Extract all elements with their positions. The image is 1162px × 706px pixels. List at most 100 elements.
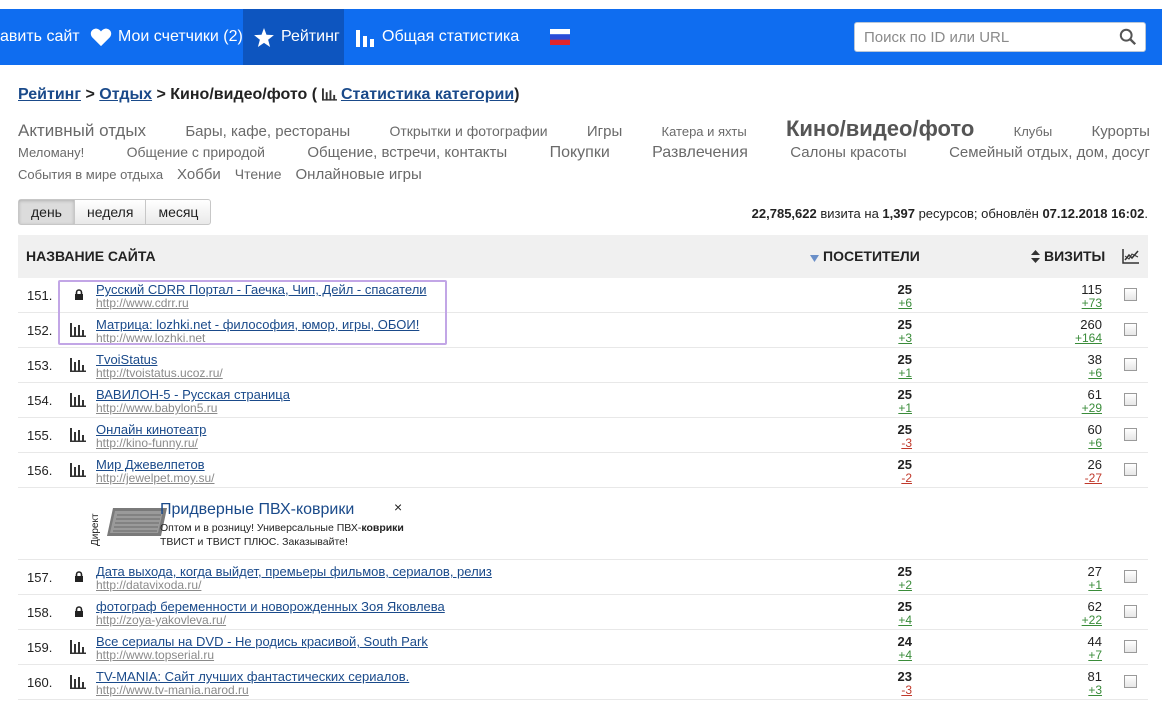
visitors-delta[interactable]: -3	[901, 683, 912, 697]
site-url-link[interactable]: http://www.lozhki.net	[96, 331, 205, 345]
category-link[interactable]: Курорты	[1091, 123, 1149, 140]
compare-checkbox[interactable]	[1124, 463, 1137, 476]
visits-delta[interactable]: -27	[1085, 471, 1102, 485]
search-input[interactable]	[855, 23, 1105, 51]
visitors-delta[interactable]: +3	[898, 331, 912, 345]
site-url-link[interactable]: http://www.tv-mania.narod.ru	[96, 683, 249, 697]
site-url-link[interactable]: http://jewelpet.moy.su/	[96, 471, 215, 485]
category-link[interactable]: Семейный отдых, дом, досуг	[949, 144, 1150, 161]
site-title-link[interactable]: Все сериалы на DVD - Не родись красивой,…	[96, 634, 428, 649]
category-link[interactable]: Меломану!	[18, 145, 84, 160]
nav-rating[interactable]: Рейтинг	[243, 9, 344, 65]
compare-chart-icon[interactable]	[1122, 248, 1140, 267]
category-link[interactable]: События в мире отдыха	[18, 167, 163, 182]
compare-checkbox[interactable]	[1124, 288, 1137, 301]
visits-delta[interactable]: +73	[1082, 296, 1102, 310]
site-url-link[interactable]: http://www.cdrr.ru	[96, 296, 189, 310]
bar-chart-icon[interactable]	[70, 674, 88, 690]
compare-checkbox[interactable]	[1124, 640, 1137, 653]
visitors-delta[interactable]: +1	[898, 401, 912, 415]
column-site-name[interactable]: НАЗВАНИЕ САЙТА	[26, 235, 156, 278]
compare-checkbox[interactable]	[1124, 570, 1137, 583]
compare-checkbox[interactable]	[1124, 605, 1137, 618]
lock-icon[interactable]	[70, 287, 88, 303]
period-day-button[interactable]: день	[19, 200, 75, 224]
period-week-button[interactable]: неделя	[75, 200, 147, 224]
category-link[interactable]: Открытки и фотографии	[389, 123, 547, 139]
visitors-delta[interactable]: +2	[898, 578, 912, 592]
site-title-link[interactable]: ВАВИЛОН-5 - Русская страница	[96, 387, 290, 402]
compare-checkbox[interactable]	[1124, 675, 1137, 688]
category-link[interactable]: Хобби	[177, 166, 221, 183]
bar-chart-icon[interactable]	[70, 462, 88, 478]
bar-chart-icon[interactable]	[70, 322, 88, 338]
compare-checkbox[interactable]	[1124, 358, 1137, 371]
site-url-link[interactable]: http://datavixoda.ru/	[96, 578, 201, 592]
site-title-link[interactable]: TV-MANIA: Сайт лучших фантастических сер…	[96, 669, 409, 684]
category-link[interactable]: Салоны красоты	[790, 144, 906, 161]
visits-delta[interactable]: +7	[1088, 648, 1102, 662]
visitors-delta[interactable]: -3	[901, 436, 912, 450]
visits-delta[interactable]: +6	[1088, 366, 1102, 380]
category-link[interactable]: Игры	[587, 123, 622, 140]
category-link[interactable]: Покупки	[550, 144, 610, 162]
category-link[interactable]: Кино/видео/фото	[786, 116, 974, 142]
category-link[interactable]: Клубы	[1014, 124, 1053, 139]
table-header: НАЗВАНИЕ САЙТА ПОСЕТИТЕЛИ ВИЗИТЫ	[18, 235, 1148, 278]
visits-delta[interactable]: +22	[1082, 613, 1102, 627]
site-url-link[interactable]: http://tvoistatus.ucoz.ru/	[96, 366, 223, 380]
visits-delta[interactable]: +164	[1075, 331, 1102, 345]
site-url-link[interactable]: http://www.babylon5.ru	[96, 401, 217, 415]
visits-delta[interactable]: +3	[1088, 683, 1102, 697]
category-link[interactable]: Развлечения	[652, 144, 748, 162]
site-title-link[interactable]: Матрица: lozhki.net - философия, юмор, и…	[96, 317, 419, 332]
ad-block[interactable]: Директ Придверные ПВХ-коврики Оптом и в …	[18, 488, 1148, 560]
visits-delta[interactable]: +1	[1088, 578, 1102, 592]
category-stats-link[interactable]: Статистика категории	[341, 86, 514, 103]
site-url-link[interactable]: http://kino-funny.ru/	[96, 436, 198, 450]
lock-icon[interactable]	[70, 604, 88, 620]
site-title-link[interactable]: Дата выхода, когда выйдет, премьеры филь…	[96, 564, 492, 579]
site-url-link[interactable]: http://www.topserial.ru	[96, 648, 214, 662]
category-link[interactable]: Онлайновые игры	[296, 166, 422, 183]
category-link[interactable]: Общение, встречи, контакты	[307, 144, 507, 161]
bar-chart-icon[interactable]	[70, 357, 88, 373]
visits-delta[interactable]: +29	[1082, 401, 1102, 415]
compare-checkbox[interactable]	[1124, 393, 1137, 406]
breadcrumb-rating-link[interactable]: Рейтинг	[18, 86, 81, 103]
compare-checkbox[interactable]	[1124, 323, 1137, 336]
category-link[interactable]: Чтение	[235, 166, 282, 182]
site-title-link[interactable]: Мир Джевелпетов	[96, 457, 205, 472]
visitors-delta[interactable]: +4	[898, 613, 912, 627]
visitors-delta[interactable]: +4	[898, 648, 912, 662]
column-visitors[interactable]: ПОСЕТИТЕЛИ	[810, 235, 920, 279]
lock-icon[interactable]	[70, 569, 88, 585]
site-title-link[interactable]: TvoiStatus	[96, 352, 157, 367]
site-title-link[interactable]: Русский CDRR Портал - Гаечка, Чип, Дейл …	[96, 282, 427, 297]
site-url-link[interactable]: http://zoya-yakovleva.ru/	[96, 613, 226, 627]
visitors-delta[interactable]: +6	[898, 296, 912, 310]
visitors-delta[interactable]: -2	[901, 471, 912, 485]
language-flag-ru[interactable]	[550, 9, 572, 65]
breadcrumb-rest-link[interactable]: Отдых	[99, 86, 152, 103]
nav-general-stats[interactable]: Общая статистика	[355, 9, 519, 65]
search-icon[interactable]	[1119, 28, 1137, 51]
bar-chart-icon[interactable]	[70, 392, 88, 408]
visitors-delta[interactable]: +1	[898, 366, 912, 380]
nav-add-site[interactable]: авить сайт	[0, 9, 84, 65]
column-visits[interactable]: ВИЗИТЫ	[1031, 235, 1105, 280]
bar-chart-icon[interactable]	[70, 427, 88, 443]
bar-chart-icon[interactable]	[70, 639, 88, 655]
ad-close-button[interactable]: ×	[394, 499, 402, 515]
ad-title-link[interactable]: Придверные ПВХ-коврики	[160, 501, 354, 519]
site-title-link[interactable]: фотограф беременности и новорожденных Зо…	[96, 599, 445, 614]
nav-my-counters[interactable]: Мои счетчики (2)	[90, 9, 243, 65]
category-link[interactable]: Активный отдых	[18, 121, 146, 141]
category-link[interactable]: Бары, кафе, рестораны	[185, 123, 350, 140]
visits-delta[interactable]: +6	[1088, 436, 1102, 450]
compare-checkbox[interactable]	[1124, 428, 1137, 441]
site-title-link[interactable]: Онлайн кинотеатр	[96, 422, 206, 437]
category-link[interactable]: Катера и яхты	[662, 124, 747, 139]
category-link[interactable]: Общение с природой	[127, 144, 265, 160]
period-month-button[interactable]: месяц	[146, 200, 210, 224]
